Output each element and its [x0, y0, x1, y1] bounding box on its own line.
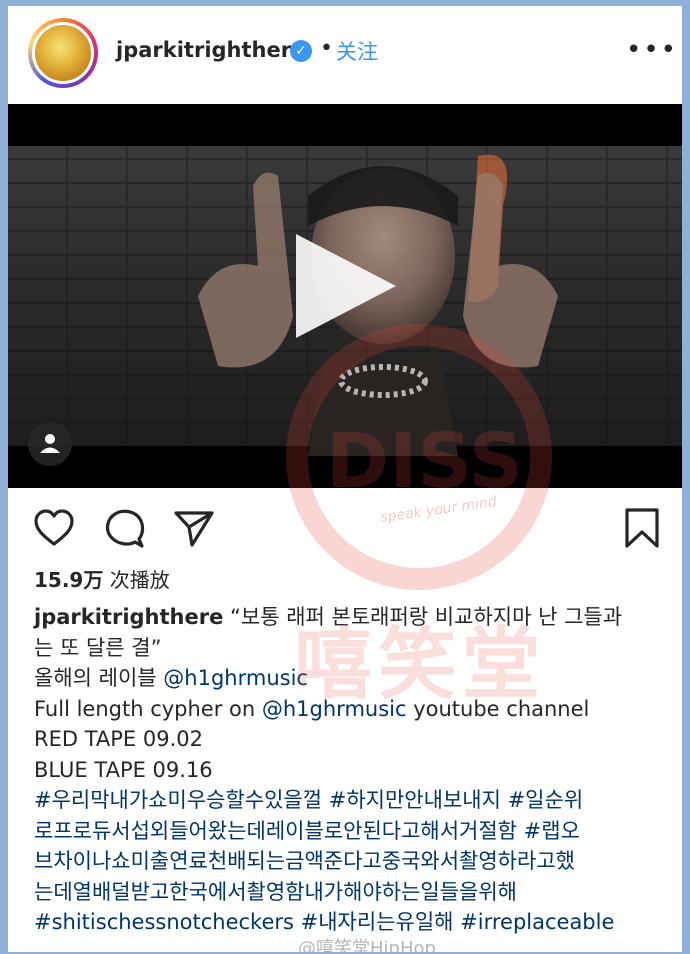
caption-text: youtube channel — [406, 696, 590, 721]
caption-username[interactable]: jparkitrighthere — [34, 605, 223, 629]
follow-button[interactable]: 关注 — [336, 36, 378, 66]
caption-text: 올해의 레이블 — [34, 666, 164, 690]
post-username[interactable]: jparkitrighthere — [116, 38, 305, 62]
post-caption: jparkitrighthere “보통 래퍼 본토래퍼랑 비교하지마 난 그들… — [34, 602, 664, 938]
person-tag-icon[interactable] — [28, 422, 72, 466]
mention-link[interactable]: @h1ghrmusic — [262, 697, 407, 721]
post-header: jparkitrighthere ✓ • 关注 ••• — [8, 6, 682, 102]
comment-icon[interactable] — [102, 506, 146, 550]
caption-line: RED TAPE 09.02 — [34, 727, 203, 751]
video-player[interactable] — [8, 104, 682, 488]
caption-line: 올해의 레이블 @h1ghrmusic — [34, 663, 664, 694]
send-icon[interactable] — [172, 506, 216, 550]
avatar[interactable] — [32, 22, 94, 84]
hashtag-line[interactable]: 브차이나쇼미출연료천배되는금액준다고중국와서촬영하라고했 — [34, 846, 664, 877]
caption-line: Full length cypher on @h1ghrmusic youtub… — [34, 694, 664, 725]
story-ring[interactable] — [28, 18, 98, 88]
caption-line: 는 또 달른 결” — [34, 635, 162, 660]
caption-line: BLUE TAPE 09.16 — [34, 757, 213, 782]
instagram-post-card: jparkitrighthere ✓ • 关注 ••• 15.9万 次播放 jp… — [8, 6, 682, 952]
verified-badge-icon: ✓ — [290, 40, 312, 62]
hashtag-line[interactable]: 로프로듀서섭외들어왔는데레이블로안된다고해서거절함 #랩오 — [34, 816, 664, 847]
view-count-number: 15.9万 — [34, 568, 104, 592]
hashtag-line[interactable]: #우리막내가쇼미우승할수있을껄 #하지만안내보내지 #일순위 — [34, 785, 664, 816]
action-bar — [8, 498, 682, 558]
heart-icon[interactable] — [32, 506, 76, 550]
hashtag-line[interactable]: 는데열배덜받고한국에서촬영함내가해야하는일들을위해 — [34, 877, 664, 908]
hashtag-line[interactable]: #shitischessnotcheckers #내자리는유일해 #irrepl… — [34, 907, 664, 938]
caption-text: Full length cypher on — [34, 696, 262, 721]
mention-link[interactable]: @h1ghrmusic — [163, 666, 308, 690]
separator-dot: • — [320, 36, 333, 61]
play-icon[interactable] — [296, 234, 396, 338]
caption-text: “보통 래퍼 본토래퍼랑 비교하지마 난 그들과 — [230, 605, 623, 629]
view-count: 15.9万 次播放 — [34, 564, 170, 593]
more-options-icon[interactable]: ••• — [626, 37, 678, 63]
caption-line: jparkitrighthere “보통 래퍼 본토래퍼랑 비교하지마 난 그들… — [34, 602, 664, 633]
bookmark-icon[interactable] — [620, 506, 664, 550]
view-count-label: 次播放 — [109, 568, 170, 592]
